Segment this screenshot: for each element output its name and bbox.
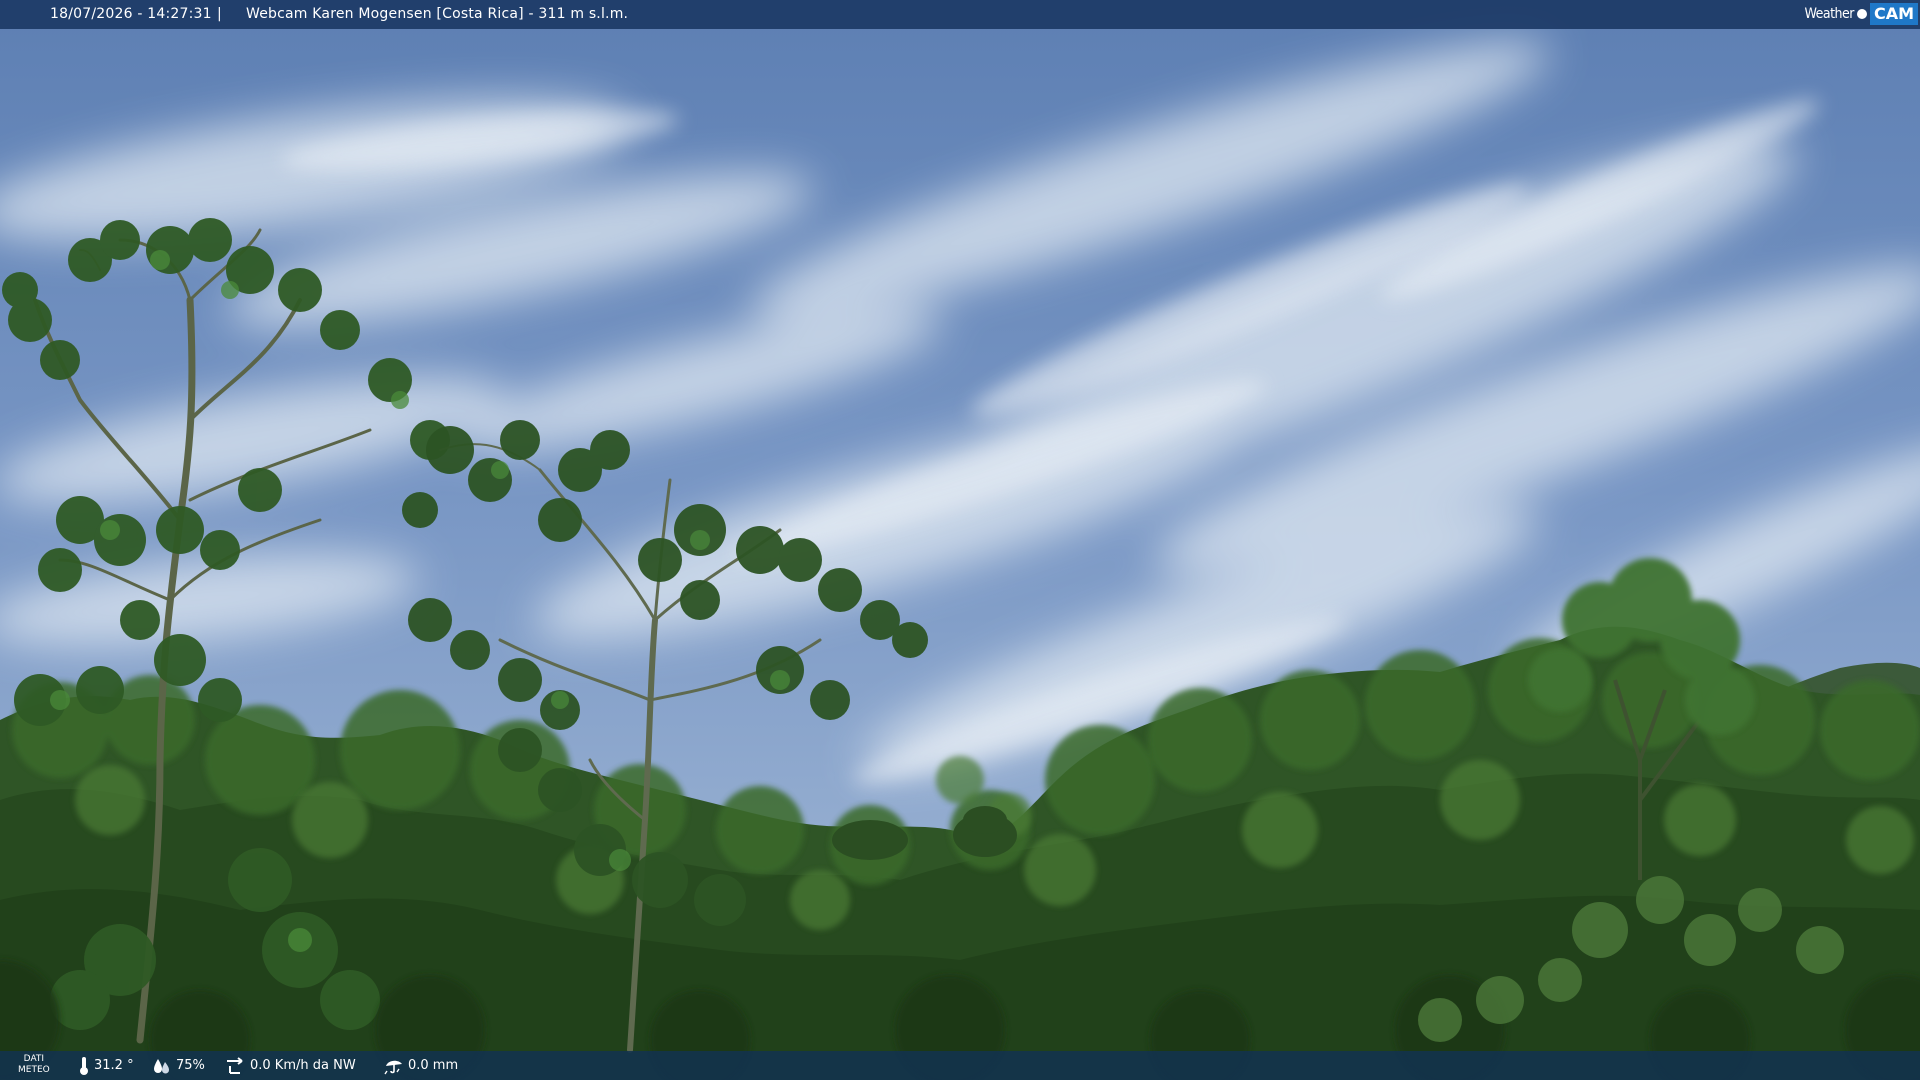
timestamp: 18/07/2026 - 14:27:31 [50,6,212,22]
webcam-title: Webcam Karen Mogensen [Costa Rica] - 311… [246,6,629,22]
logo-dot-icon [1856,9,1867,19]
logo-weather-text: Weather [1804,5,1855,22]
dati-meteo-label: DATI METEO [18,1054,50,1076]
webcam-frame: 18/07/2026 - 14:27:31 | Webcam Karen Mog… [0,0,1920,1080]
humidity-value: 75% [176,1058,205,1073]
wind-value: 0.0 Km/h da NW [250,1058,356,1073]
rain-value: 0.0 mm [408,1058,459,1073]
rain-item: 0.0 mm [384,1051,458,1080]
weathercam-logo: Weather CAM [1805,3,1918,25]
dati-line-2: METEO [18,1065,50,1075]
rain-icon [384,1060,402,1074]
weather-data-bar: DATI METEO 31.2 ° 75% 0.0 Km/h da NW 0.0… [0,1051,1920,1080]
webcam-image [0,0,1920,1080]
dati-line-1: DATI [23,1054,45,1064]
temperature-item: 31.2 ° [78,1051,134,1080]
temperature-value: 31.2 ° [94,1058,134,1073]
logo-cam-text: CAM [1869,3,1918,25]
separator: | [217,6,222,22]
thermometer-icon [80,1056,88,1075]
humidity-item: 75% [152,1051,205,1080]
top-info-bar: 18/07/2026 - 14:27:31 | Webcam Karen Mog… [0,0,1920,29]
wind-item: 0.0 Km/h da NW [224,1051,356,1080]
wind-icon [227,1056,243,1074]
humidity-icon [154,1058,169,1073]
